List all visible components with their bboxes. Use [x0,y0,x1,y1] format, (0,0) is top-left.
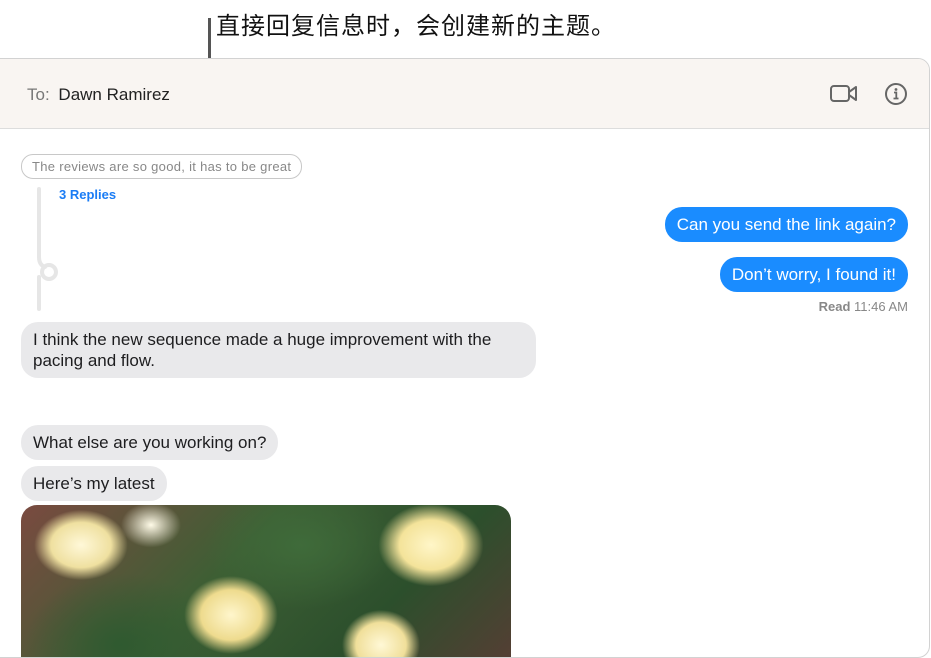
thread-line [37,187,58,311]
to-field[interactable]: To: Dawn Ramirez [27,85,170,105]
photo-attachment-roses[interactable] [21,505,511,657]
read-time: 11:46 AM [854,299,908,314]
conversation-header: To: Dawn Ramirez [0,59,929,129]
read-receipt: Read 11:46 AM [819,299,908,314]
messages-window: To: Dawn Ramirez The reviews are so good… [0,58,930,658]
message-bubble-outgoing[interactable]: Don’t worry, I found it! [719,257,908,292]
message-bubble-incoming[interactable]: I think the new sequence made a huge imp… [21,322,536,378]
replies-link[interactable]: 3 Replies [59,187,116,202]
read-label: Read [818,299,851,314]
callout-annotation: 直接回复信息时，会创建新的主题。 [216,12,616,40]
video-camera-icon[interactable] [829,81,859,107]
message-bubble-incoming[interactable]: What else are you working on? [21,425,279,460]
thread-origin-message[interactable]: The reviews are so good, it has to be gr… [21,154,303,179]
recipient-name: Dawn Ramirez [58,85,170,104]
message-bubble-outgoing[interactable]: Can you send the link again? [664,207,908,242]
to-label: To: [27,85,50,104]
info-icon[interactable] [881,81,911,107]
message-bubble-incoming[interactable]: Here’s my latest [21,466,167,501]
